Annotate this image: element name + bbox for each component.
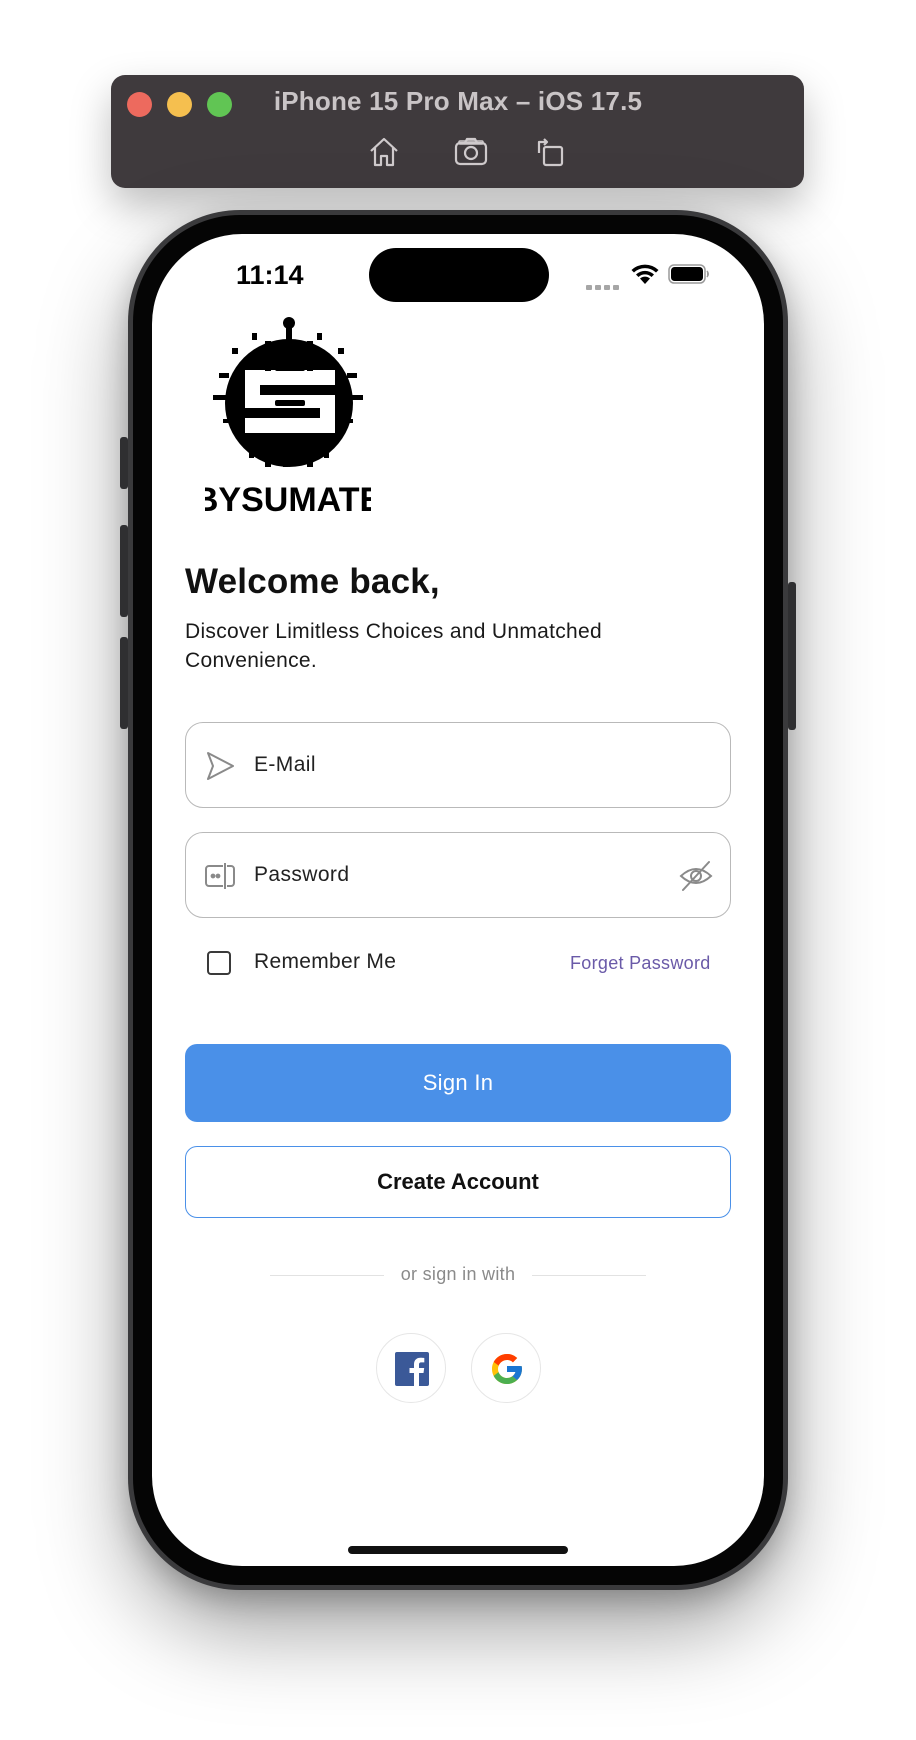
welcome-title: Welcome back, [185, 562, 440, 601]
google-sign-in-button[interactable] [471, 1333, 541, 1403]
social-divider-text: or sign in with [400, 1264, 516, 1284]
welcome-subtitle: Discover Limitless Choices and Unmatched… [185, 620, 602, 672]
remember-me-label[interactable]: Remember Me [254, 950, 396, 974]
eye-slash-icon[interactable] [678, 858, 714, 894]
rotate-icon[interactable] [533, 134, 569, 170]
wifi-icon [631, 264, 659, 284]
sign-in-button[interactable]: Sign In [185, 1044, 731, 1122]
volume-down-button [120, 637, 128, 729]
bysumate-logo: BYSUMATE [194, 315, 382, 521]
divider-line-right [532, 1275, 646, 1276]
battery-icon [668, 264, 709, 284]
password-field[interactable]: Password [185, 832, 731, 918]
status-icons [586, 262, 716, 290]
facebook-sign-in-button[interactable] [376, 1333, 446, 1403]
create-account-button[interactable]: Create Account [185, 1146, 731, 1218]
forget-password-link[interactable]: Forget Password [570, 953, 711, 974]
simulator-title: iPhone 15 Pro Max – iOS 17.5 [273, 86, 643, 116]
svg-text:BYSUMATE: BYSUMATE [205, 481, 371, 519]
google-icon [492, 1354, 522, 1384]
email-field[interactable]: E-Mail [185, 722, 731, 808]
home-indicator[interactable] [348, 1546, 568, 1554]
facebook-icon [395, 1352, 429, 1386]
screenshot-icon[interactable] [453, 134, 489, 170]
status-time: 11:14 [236, 260, 304, 290]
divider-line-left [270, 1275, 384, 1276]
dynamic-island [369, 248, 549, 302]
send-icon [207, 752, 234, 780]
power-button [788, 582, 796, 730]
volume-up-button [120, 525, 128, 617]
password-label: Password [254, 863, 350, 886]
signal-icon [586, 277, 622, 295]
home-icon[interactable] [366, 134, 402, 170]
remember-me-checkbox[interactable] [207, 951, 231, 975]
action-button [120, 437, 128, 489]
password-icon [205, 863, 235, 889]
email-label: E-Mail [254, 753, 316, 776]
